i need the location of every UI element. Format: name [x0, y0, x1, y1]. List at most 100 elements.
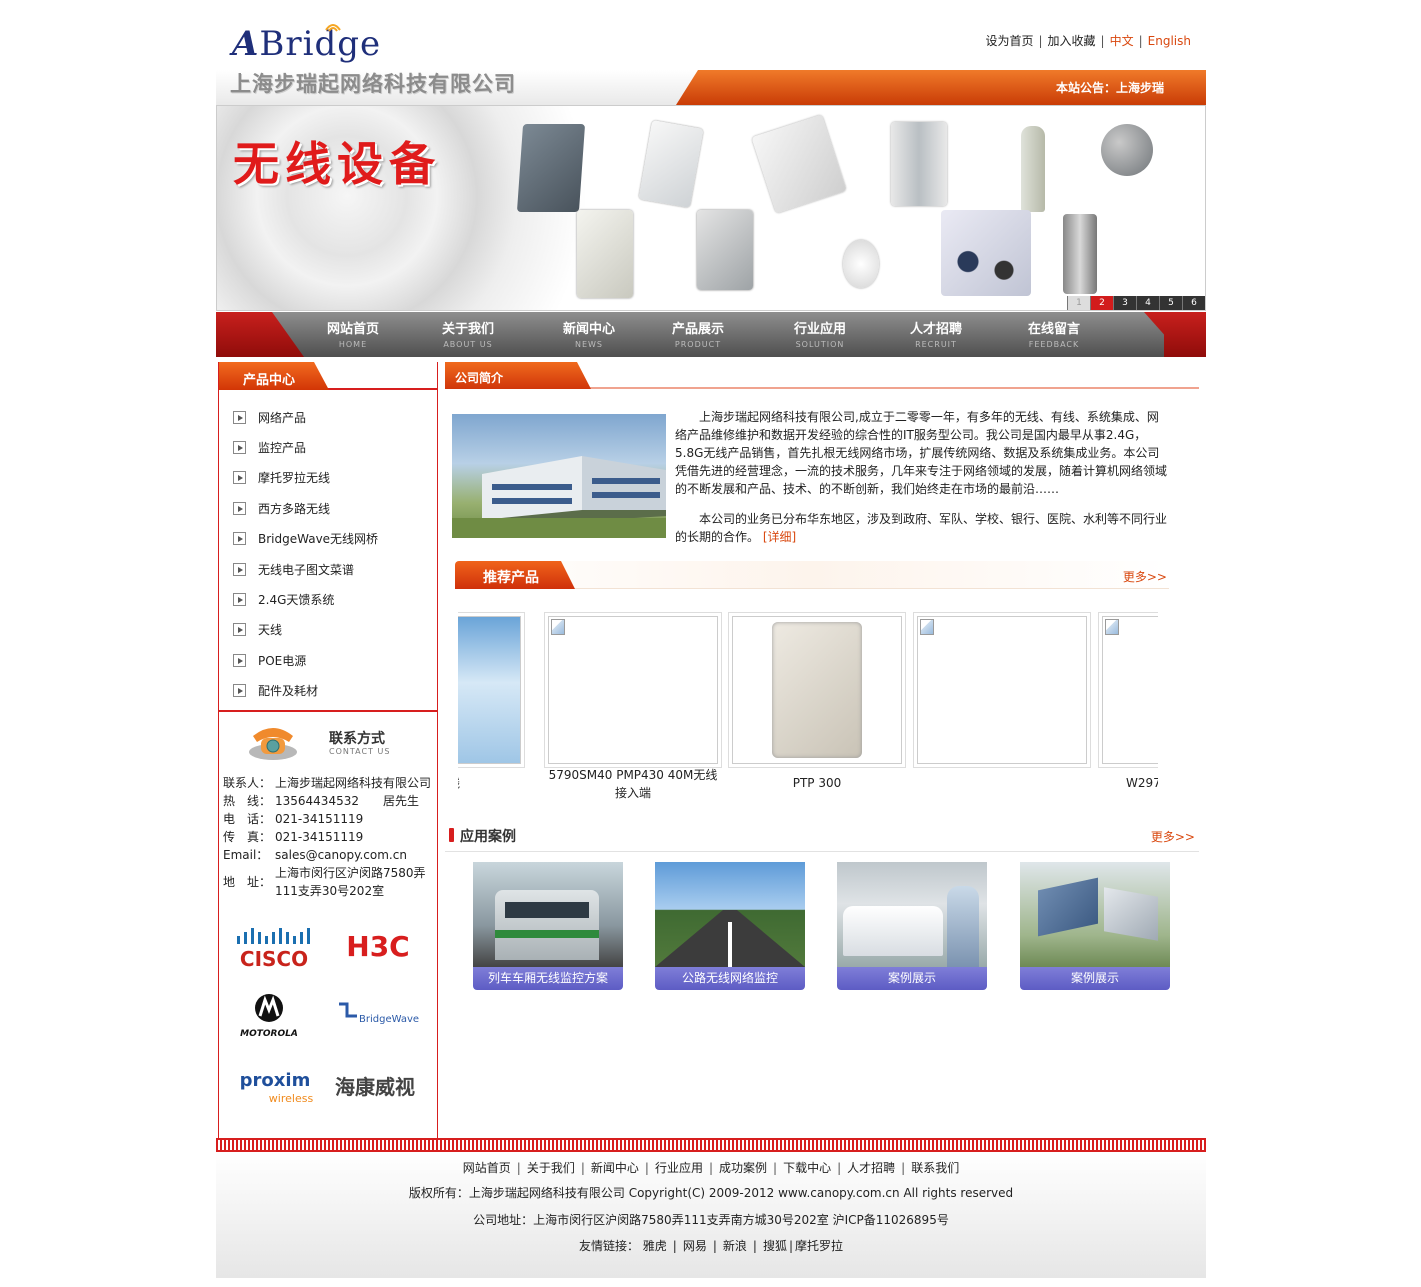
friend-link[interactable]: 网易: [683, 1239, 707, 1253]
friend-link[interactable]: 搜狐: [763, 1239, 787, 1253]
product-card[interactable]: 定向天线: [458, 612, 525, 792]
h3c-logo[interactable]: H3C: [333, 922, 423, 972]
broken-image-icon: [920, 619, 934, 635]
svg-text:BridgeWave: BridgeWave: [359, 1014, 419, 1025]
category-item[interactable]: 网络产品: [233, 402, 378, 432]
svg-text:MOTOROLA: MOTOROLA: [240, 1029, 298, 1039]
category-item[interactable]: 摩托罗拉无线: [233, 463, 378, 493]
arrow-bullet-icon: [233, 593, 246, 607]
arrow-bullet-icon: [233, 410, 246, 424]
friend-link[interactable]: 新浪: [723, 1239, 747, 1253]
case-card[interactable]: 案例展示: [1020, 862, 1170, 990]
about-more-link[interactable]: [详细]: [763, 530, 796, 544]
contact-header: 联系方式 CONTACT US: [247, 720, 417, 770]
slide-button-active[interactable]: 2: [1090, 296, 1113, 310]
case-caption: 案例展示: [837, 967, 987, 990]
slide-pager: 1 2 3 4 5 6: [1067, 296, 1205, 310]
case-caption: 公路无线网络监控: [655, 967, 805, 990]
banner-product-image: [577, 210, 633, 298]
footer-link[interactable]: 人才招聘: [847, 1161, 895, 1175]
proxim-logo[interactable]: proxim wireless: [229, 1062, 319, 1112]
set-homepage-link[interactable]: 设为首页: [985, 34, 1033, 48]
slide-button[interactable]: 5: [1159, 296, 1182, 310]
bridgewave-logo[interactable]: BridgeWave: [333, 992, 423, 1042]
cisco-logo[interactable]: CISCO: [229, 922, 319, 972]
nav-about[interactable]: 关于我们 ABOUT US: [418, 318, 518, 349]
category-item[interactable]: BridgeWave无线网桥: [233, 524, 378, 554]
banner-product-image: [891, 122, 947, 206]
friend-link[interactable]: 摩托罗拉: [795, 1239, 843, 1253]
english-lang-link[interactable]: English: [1148, 34, 1191, 48]
contact-title: 联系方式: [329, 731, 385, 747]
slide-button[interactable]: 4: [1136, 296, 1159, 310]
cases-header: 应用案例 更多>>: [445, 824, 1199, 852]
footer-address: 公司地址：上海市闵行区沪闵路7580弄111支弄南方城30号202室 沪ICP备…: [473, 1213, 949, 1227]
case-card[interactable]: 列车车厢无线监控方案: [473, 862, 623, 990]
slide-button[interactable]: 6: [1182, 296, 1205, 310]
products-more-link[interactable]: 更多>>: [1123, 568, 1167, 585]
footer-pattern-border: [216, 1138, 1206, 1152]
email-link[interactable]: sales@canopy.com.cn: [275, 846, 437, 864]
footer-link[interactable]: 行业应用: [655, 1161, 703, 1175]
friend-link[interactable]: 雅虎: [643, 1239, 667, 1253]
about-paragraph: 上海步瑞起网络科技有限公司,成立于二零零一年，有多年的无线、有线、系统集成、网络…: [675, 410, 1168, 496]
page: ABridge 上海步瑞起网络科技有限公司 设为首页 | 加入收藏 | 中文 | Engli…: [216, 0, 1206, 1287]
nav-products[interactable]: 产品展示 PRODUCT: [648, 318, 748, 349]
footer-link[interactable]: 网站首页: [463, 1161, 511, 1175]
arrow-bullet-icon: [233, 471, 246, 485]
footer-links: 网站首页 | 关于我们 | 新闻中心 | 行业应用 | 成功案例 | 下载中心 | 人才招聘 | 联系我们: [462, 1161, 960, 1175]
svg-text:CISCO: CISCO: [240, 947, 308, 971]
category-item[interactable]: 配件及耗材: [233, 676, 378, 706]
motorola-logo[interactable]: MOTOROLA: [229, 992, 319, 1042]
case-card[interactable]: 案例展示: [837, 862, 987, 990]
category-item[interactable]: 无线电子图文菜谱: [233, 554, 378, 584]
case-caption: 列车车厢无线监控方案: [473, 967, 623, 990]
category-item[interactable]: 天线: [233, 615, 378, 645]
nav-solution[interactable]: 行业应用 SOLUTION: [770, 318, 870, 349]
broken-image-icon: [551, 619, 565, 635]
nav-recruit[interactable]: 人才招聘 RECRUIT: [886, 318, 986, 349]
friend-links-label: 友情链接：: [578, 1239, 639, 1253]
telephone-icon: [249, 728, 297, 760]
about-text: 上海步瑞起网络科技有限公司,成立于二零零一年，有多年的无线、有线、系统集成、网络…: [675, 408, 1169, 558]
nav-news[interactable]: 新闻中心 NEWS: [539, 318, 639, 349]
nav-feedback[interactable]: 在线留言 FEEDBACK: [1004, 318, 1104, 349]
product-carousel: 定向天线 5790SM40 PMP430 40M无线接入端 PTP 300 W2…: [458, 612, 1158, 802]
category-list: 网络产品 监控产品 摩托罗拉无线 西方多路无线 BridgeWave无线网桥 无…: [233, 402, 378, 706]
about-header: 公司简介: [445, 362, 1199, 389]
arrow-bullet-icon: [233, 441, 246, 455]
banner-slideshow[interactable]: 无线设备 1 2 3 4 5 6: [216, 105, 1206, 311]
category-item[interactable]: 2.4G天馈系统: [233, 584, 378, 614]
footer-link[interactable]: 新闻中心: [591, 1161, 639, 1175]
product-card[interactable]: W297: [1098, 612, 1158, 792]
footer-link[interactable]: 联系我们: [911, 1161, 959, 1175]
cases-more-link[interactable]: 更多>>: [1151, 828, 1195, 845]
slide-button[interactable]: 3: [1113, 296, 1136, 310]
hikvision-logo[interactable]: 海康威视: [333, 1062, 423, 1112]
banner-product-image: [1101, 124, 1153, 176]
case-card[interactable]: 公路无线网络监控: [655, 862, 805, 990]
slide-button[interactable]: 1: [1067, 296, 1090, 310]
product-card[interactable]: 5790SM40 PMP430 40M无线接入端: [544, 612, 722, 802]
product-card[interactable]: PTP 300: [728, 612, 906, 792]
friend-links: 友情链接： 雅虎 | 网易 | 新浪 | 搜狐 | 摩托罗拉: [578, 1239, 844, 1253]
banner-product-image: [941, 210, 1031, 296]
chinese-lang-link[interactable]: 中文: [1110, 34, 1134, 48]
notice-label: 本站公告：: [1056, 81, 1117, 95]
footer-link[interactable]: 成功案例: [719, 1161, 767, 1175]
contact-row: 传 真： 021-34151119: [223, 830, 364, 844]
banner-product-image: [751, 114, 847, 214]
footer-copyright: 版权所有：上海步瑞起网络科技有限公司 Copyright(C) 2009-201…: [408, 1186, 1014, 1200]
arrow-bullet-icon: [233, 562, 246, 576]
nav-home[interactable]: 网站首页 HOME: [303, 318, 403, 349]
footer-link[interactable]: 关于我们: [527, 1161, 575, 1175]
category-item[interactable]: 西方多路无线: [233, 493, 378, 523]
category-item[interactable]: 监控产品: [233, 432, 378, 462]
category-item[interactable]: POE电源: [233, 645, 378, 675]
add-favorite-link[interactable]: 加入收藏: [1048, 34, 1096, 48]
notice-text[interactable]: 上海步瑞: [1116, 81, 1164, 95]
footer-link[interactable]: 下载中心: [783, 1161, 831, 1175]
product-card[interactable]: [913, 612, 1091, 774]
logo[interactable]: ABridge 上海步瑞起网络科技有限公司: [230, 18, 530, 98]
contact-title-en: CONTACT US: [329, 747, 391, 756]
